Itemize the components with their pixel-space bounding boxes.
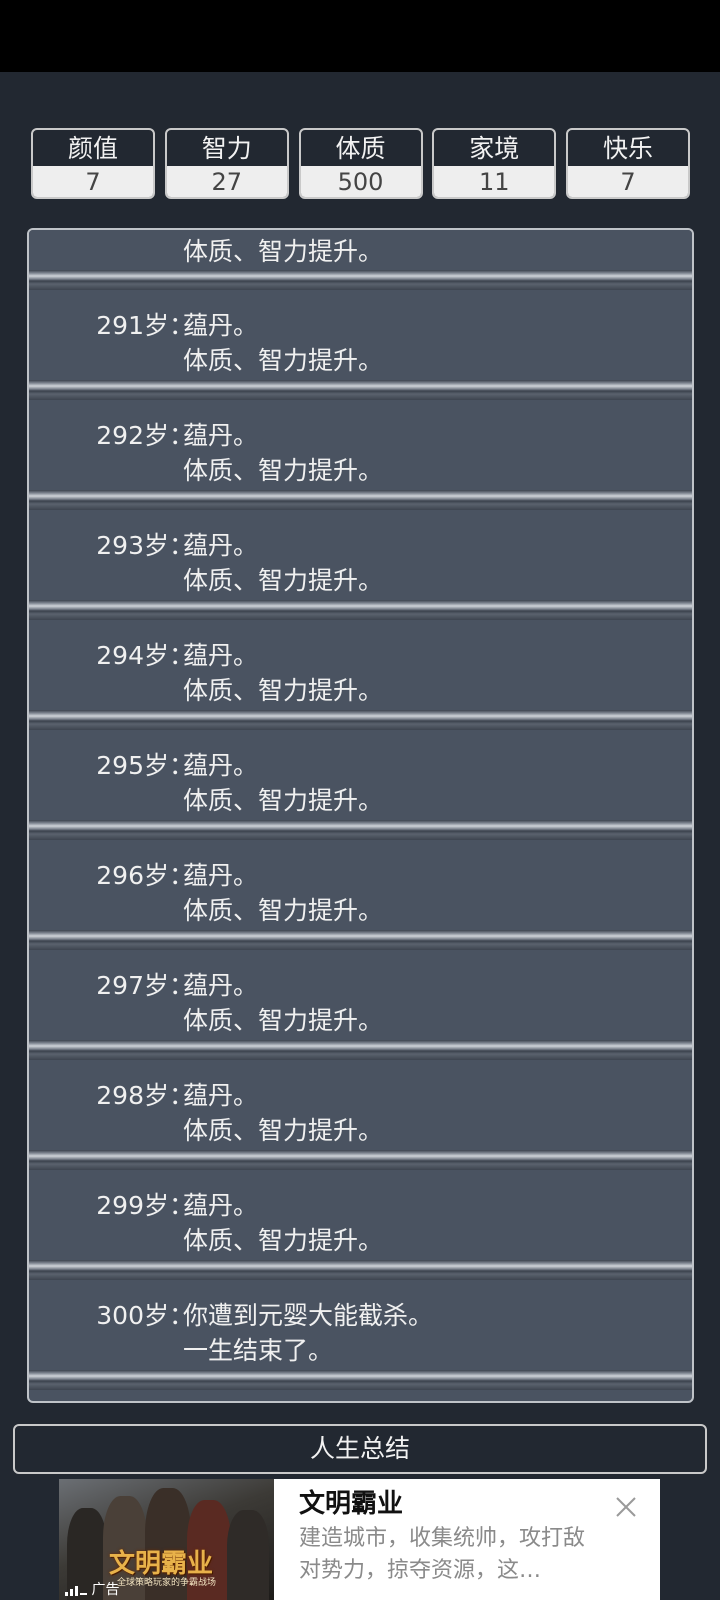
- list-item: 298岁： 蕴丹。 体质、智力提升。: [29, 1060, 692, 1150]
- stat-label: 快乐: [602, 134, 653, 163]
- entry-event: 蕴丹。: [183, 641, 259, 670]
- entry-event: 蕴丹。: [183, 421, 259, 450]
- entry-divider: [29, 1040, 692, 1060]
- entry-effect: 一生结束了。: [183, 1336, 334, 1365]
- entry-effect: 体质、智力提升。: [183, 566, 384, 595]
- entry-divider: [29, 820, 692, 840]
- entry-divider: [29, 600, 692, 620]
- entry-event: 蕴丹。: [183, 861, 259, 890]
- entry-effect: 体质、智力提升。: [183, 676, 384, 705]
- stats-bar: 颜值 7 智力 27 体质 500 家境 11 快乐 7: [31, 128, 690, 199]
- stat-label: 体质: [335, 134, 386, 163]
- ad-mark-label: 广告: [91, 1582, 120, 1598]
- life-log[interactable]: 体质、智力提升。 291岁： 蕴丹。 体质、智力提升。 292岁： 蕴丹。 体质…: [27, 228, 694, 1403]
- stat-value: 500: [300, 166, 421, 197]
- list-item: 296岁： 蕴丹。 体质、智力提升。: [29, 840, 692, 930]
- entry-effect: 体质、智力提升。: [183, 1226, 384, 1255]
- life-summary-button[interactable]: 人生总结: [13, 1424, 707, 1474]
- signal-bars-icon: [65, 1586, 87, 1596]
- entry-age: 294岁：: [96, 641, 194, 670]
- entry-event: 蕴丹。: [183, 1191, 259, 1220]
- entry-event: 蕴丹。: [183, 971, 259, 1000]
- entry-effect: 体质、智力提升。: [183, 346, 384, 375]
- ad-description[interactable]: 建造城市，收集统帅，攻打敌对势力，掠夺资源，这…: [299, 1523, 599, 1587]
- stat-label: 家境: [469, 134, 520, 163]
- entry-age: 300岁：: [96, 1301, 194, 1330]
- entry-age: 295岁：: [96, 751, 194, 780]
- entry-event: 蕴丹。: [183, 311, 259, 340]
- stat-appearance: 颜值 7: [31, 128, 155, 199]
- ad-image[interactable]: 文明霸业 全球策略玩家的争霸战场 广告: [59, 1479, 274, 1600]
- stat-value: 7: [568, 166, 688, 197]
- ad-title[interactable]: 文明霸业: [299, 1483, 403, 1520]
- ad-banner[interactable]: 文明霸业 全球策略玩家的争霸战场 广告 文明霸业 建造城市，收集统帅，攻打敌对势…: [59, 1479, 660, 1600]
- close-icon[interactable]: [612, 1493, 640, 1521]
- entry-divider: [29, 490, 692, 510]
- entry-event: 你遭到元婴大能截杀。: [183, 1301, 434, 1330]
- list-item: 300岁： 你遭到元婴大能截杀。 一生结束了。: [29, 1280, 692, 1370]
- entry-event: 蕴丹。: [183, 751, 259, 780]
- entry-divider: [29, 270, 692, 290]
- ad-mark: 广告: [65, 1579, 119, 1599]
- entry-effect: 体质、智力提升。: [183, 1116, 384, 1145]
- entry-divider: [29, 930, 692, 950]
- entry-age: 298岁：: [96, 1081, 194, 1110]
- list-item: 294岁： 蕴丹。 体质、智力提升。: [29, 620, 692, 710]
- entry-divider: [29, 1370, 692, 1390]
- entry-effect: 体质、智力提升。: [183, 896, 384, 925]
- list-item: 292岁： 蕴丹。 体质、智力提升。: [29, 400, 692, 490]
- ad-game-tagline: 全球策略玩家的争霸战场: [117, 1578, 217, 1588]
- list-item: 299岁： 蕴丹。 体质、智力提升。: [29, 1170, 692, 1260]
- entry-divider: [29, 1260, 692, 1280]
- stat-value: 27: [166, 166, 287, 197]
- entry-age: 297岁：: [96, 971, 194, 1000]
- stat-family: 家境 11: [432, 128, 557, 199]
- entry-event: 蕴丹。: [183, 531, 259, 560]
- stat-intelligence: 智力 27: [164, 128, 289, 199]
- entry-age: 293岁：: [96, 531, 194, 560]
- entry-divider: [29, 380, 692, 400]
- entry-divider: [29, 710, 692, 730]
- stat-happiness: 快乐 7: [566, 128, 690, 199]
- list-item: 295岁： 蕴丹。 体质、智力提升。: [29, 730, 692, 820]
- list-item: 291岁： 蕴丹。 体质、智力提升。: [29, 290, 692, 380]
- stat-label: 智力: [201, 134, 252, 163]
- list-item: 体质、智力提升。: [29, 230, 692, 270]
- entry-effect: 体质、智力提升。: [183, 456, 384, 485]
- stat-label: 颜值: [67, 134, 118, 163]
- entry-effect: 体质、智力提升。: [183, 1006, 384, 1035]
- ad-figure: [227, 1510, 269, 1600]
- stat-value: 7: [33, 166, 153, 197]
- entry-divider: [29, 1150, 692, 1170]
- status-bar: [0, 0, 720, 72]
- stat-value: 11: [434, 166, 555, 197]
- list-item: 293岁： 蕴丹。 体质、智力提升。: [29, 510, 692, 600]
- entry-age: 292岁：: [96, 421, 194, 450]
- entry-line: 体质、智力提升。: [183, 237, 384, 266]
- entry-event: 蕴丹。: [183, 1081, 259, 1110]
- entry-age: 291岁：: [96, 311, 194, 340]
- list-item: 297岁： 蕴丹。 体质、智力提升。: [29, 950, 692, 1040]
- stat-constitution: 体质 500: [298, 128, 423, 199]
- entry-effect: 体质、智力提升。: [183, 786, 384, 815]
- entry-age: 296岁：: [96, 861, 194, 890]
- entry-age: 299岁：: [96, 1191, 194, 1220]
